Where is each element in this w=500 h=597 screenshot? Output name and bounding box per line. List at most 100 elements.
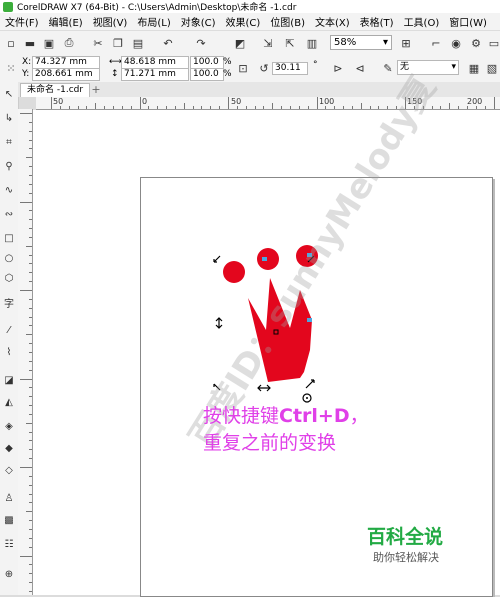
redo-icon[interactable]: ↷ (193, 35, 209, 51)
ruler-tick (29, 281, 32, 283)
launch-icon[interactable]: ▭ (486, 35, 500, 51)
ruler-tick (29, 458, 32, 460)
ruler-tick (245, 106, 247, 109)
ruler-tick (254, 106, 256, 109)
ruler-tick (484, 106, 486, 109)
ruler-tick (29, 582, 32, 584)
ruler-tick (228, 97, 229, 109)
paste-icon[interactable]: ▤ (130, 35, 146, 51)
menu-text[interactable]: 文本(X) (310, 14, 355, 29)
menu-object[interactable]: 对象(C) (176, 14, 221, 29)
ruler-tick (29, 254, 32, 256)
ruler-tick (29, 148, 32, 150)
scale-height-field[interactable]: 100.0 (190, 68, 224, 81)
ruler-tick (166, 106, 168, 109)
y-label: Y: (22, 69, 30, 79)
zoom-level-value: 58% (334, 37, 357, 48)
copy-icon[interactable]: ❐ (110, 35, 126, 51)
menu-tools[interactable]: 工具(O) (399, 14, 445, 29)
color-eyedropper-icon[interactable]: ◈ (1, 418, 17, 434)
zoom-level-select[interactable]: 58% ▾ (330, 35, 392, 50)
ruler-tick (20, 378, 32, 380)
view-toggle-icon[interactable]: ◉ (448, 35, 464, 51)
ruler-tick (236, 106, 238, 109)
ruler-tick (130, 106, 132, 109)
ruler-tick (29, 263, 32, 265)
caption-line2: 重复之前的变换 (203, 432, 337, 454)
ruler-label: 0 (142, 97, 148, 106)
mirror-horizontal-icon[interactable]: ⊳ (330, 60, 346, 76)
ruler-tick (360, 103, 362, 109)
mirror-vertical-icon[interactable]: ⊲ (352, 60, 368, 76)
smart-fill-icon[interactable]: ◇ (1, 462, 17, 478)
vertical-ruler[interactable] (18, 109, 33, 595)
height-icon: ↕ (111, 69, 119, 79)
to-back-icon[interactable]: ▧ (484, 60, 500, 76)
drop-shadow-icon[interactable]: ◪ (1, 372, 17, 388)
menu-table[interactable]: 表格(T) (355, 14, 399, 29)
rotation-angle-field[interactable]: 30.11 (272, 62, 308, 75)
new-document-icon[interactable]: ▫ (3, 35, 19, 51)
outline-pen-icon[interactable]: ✎ (380, 60, 396, 76)
undo-icon[interactable]: ↶ (160, 35, 176, 51)
open-folder-icon[interactable]: ▬ (22, 35, 38, 51)
menu-layout[interactable]: 布局(L) (132, 14, 175, 29)
lock-ratio-icon[interactable]: ⊡ (235, 60, 251, 76)
ruler-tick (29, 210, 32, 212)
ellipse-tool-icon[interactable]: ○ (1, 250, 17, 266)
zoom-to-fit-icon[interactable]: ⊞ (398, 35, 414, 51)
connector-tool-icon[interactable]: ⌇ (1, 344, 17, 360)
to-front-icon[interactable]: ▦ (466, 60, 482, 76)
add-tool-icon[interactable]: ⊕ (1, 566, 17, 582)
save-icon[interactable]: ▣ (41, 35, 57, 51)
ruler-tick (29, 440, 32, 442)
crop-tool-icon[interactable]: ⌗ (1, 134, 17, 150)
width-icon: ⟷ (109, 57, 122, 67)
ruler-tick (272, 103, 274, 109)
height-field[interactable]: 71.271 mm (121, 68, 189, 81)
menu-view[interactable]: 视图(V) (88, 14, 133, 29)
publish-pdf-icon[interactable]: ▥ (304, 35, 320, 51)
menu-bitmap[interactable]: 位图(B) (265, 14, 310, 29)
ruler-tick (29, 236, 32, 238)
import-icon[interactable]: ⇲ (260, 35, 276, 51)
print-icon[interactable]: ⎙ (61, 35, 77, 51)
dimension-tool-icon[interactable]: ⁄ (1, 322, 17, 338)
rotate-icon[interactable]: ↺ (256, 60, 272, 76)
ruler-tick (289, 106, 291, 109)
zoom-tool-icon[interactable]: ⚲ (1, 158, 17, 174)
ruler-tick (104, 106, 106, 109)
ruler-tick (183, 103, 185, 109)
menu-edit[interactable]: 编辑(E) (44, 14, 88, 29)
shape-tool-icon[interactable]: ↳ (1, 110, 17, 126)
interactive-fill-icon[interactable]: ◆ (1, 440, 17, 456)
options-icon[interactable]: ⚙ (468, 35, 484, 51)
standard-toolbar: ▫ ▬ ▣ ⎙ ✂ ❐ ▤ ↶ ↷ ◩ ⇲ ⇱ ▥ 58% ▾ ⊞ ⌐ ◉ ⚙ … (0, 30, 500, 56)
cut-icon[interactable]: ✂ (90, 35, 106, 51)
mesh-fill-icon[interactable]: ▩ (1, 512, 17, 528)
ruler-tick (68, 106, 70, 109)
outline-tool-icon[interactable]: ♙ (1, 490, 17, 506)
artistic-media-icon[interactable]: ∾ (1, 206, 17, 222)
ruler-tick (29, 493, 32, 495)
y-position-field[interactable]: 208.661 mm (32, 68, 100, 81)
table-tool-icon[interactable]: ☷ (1, 536, 17, 552)
transparency-icon[interactable]: ◭ (1, 394, 17, 410)
menu-window[interactable]: 窗口(W) (444, 14, 492, 29)
ruler-tick (458, 106, 460, 109)
freehand-tool-icon[interactable]: ∿ (1, 182, 17, 198)
corel-connect-icon[interactable]: ◩ (232, 35, 248, 51)
ruler-tick (29, 573, 32, 575)
polygon-tool-icon[interactable]: ⬡ (1, 270, 17, 286)
new-tab-icon[interactable]: + (90, 83, 102, 96)
rectangle-tool-icon[interactable]: □ (1, 230, 17, 246)
export-icon[interactable]: ⇱ (282, 35, 298, 51)
ruler-tick (29, 351, 32, 353)
text-tool-icon[interactable]: 字 (1, 294, 17, 310)
menu-file[interactable]: 文件(F) (0, 14, 44, 29)
menu-effects[interactable]: 效果(C) (221, 14, 266, 29)
pick-tool-icon[interactable]: ↖ (1, 86, 17, 102)
document-tab[interactable]: 未命名 -1.cdr (20, 83, 91, 97)
object-origin-icon[interactable]: ⁙ (3, 60, 19, 76)
snap-to-icon[interactable]: ⌐ (428, 35, 444, 51)
